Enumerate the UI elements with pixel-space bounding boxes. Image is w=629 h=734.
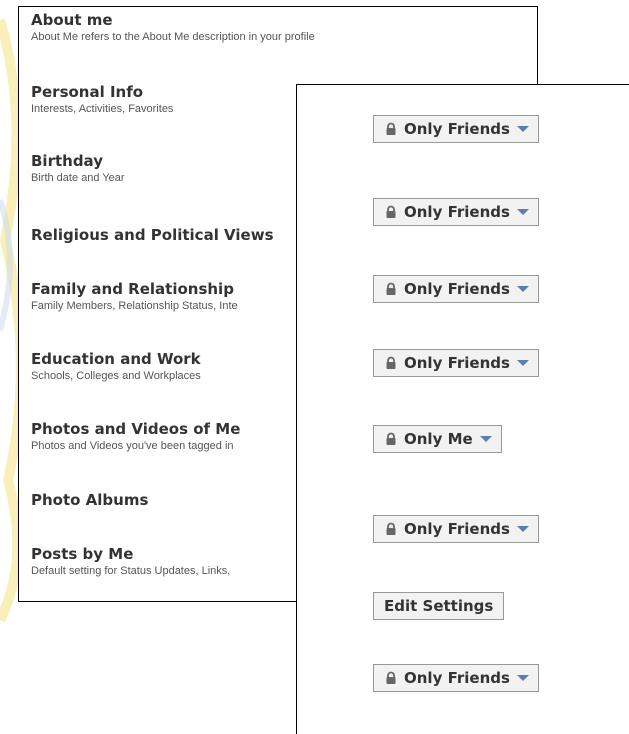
lock-icon — [386, 122, 396, 135]
lock-icon — [386, 356, 396, 369]
privacy-dropdown-button[interactable]: Only Friends — [373, 515, 539, 543]
chevron-down-icon — [516, 675, 529, 681]
chevron-down-icon — [516, 526, 529, 532]
privacy-dropdown-button[interactable]: Only Friends — [373, 115, 539, 143]
dropdown-label: Only Friends — [404, 669, 510, 687]
lock-icon — [386, 282, 396, 295]
privacy-dropdown-button[interactable]: Only Friends — [373, 275, 539, 303]
dropdown-label: Only Me — [404, 430, 473, 448]
item-title: About me — [31, 11, 113, 29]
chevron-down-icon — [516, 126, 529, 132]
chevron-down-icon — [479, 436, 492, 442]
privacy-item-about-me: About me About Me refers to the About Me… — [31, 11, 529, 44]
item-description: About Me refers to the About Me descript… — [31, 31, 315, 43]
privacy-dropdown-button[interactable]: Only Me — [373, 425, 502, 453]
dropdown-label: Only Friends — [404, 120, 510, 138]
privacy-settings-panel: Only Friends Only Friends Only Friends O… — [296, 84, 629, 734]
privacy-dropdown-button[interactable]: Only Friends — [373, 349, 539, 377]
lock-icon — [386, 432, 396, 445]
edit-settings-button[interactable]: Edit Settings — [373, 592, 505, 620]
privacy-dropdown-button[interactable]: Only Friends — [373, 198, 539, 226]
lock-icon — [386, 522, 396, 535]
dropdown-label: Only Friends — [404, 280, 510, 298]
dropdown-label: Only Friends — [404, 203, 510, 221]
button-label: Edit Settings — [384, 597, 494, 615]
chevron-down-icon — [516, 286, 529, 292]
lock-icon — [386, 205, 396, 218]
chevron-down-icon — [516, 209, 529, 215]
dropdown-label: Only Friends — [404, 354, 510, 372]
lock-icon — [386, 671, 396, 684]
privacy-dropdown-button[interactable]: Only Friends — [373, 664, 539, 692]
chevron-down-icon — [516, 360, 529, 366]
dropdown-label: Only Friends — [404, 520, 510, 538]
